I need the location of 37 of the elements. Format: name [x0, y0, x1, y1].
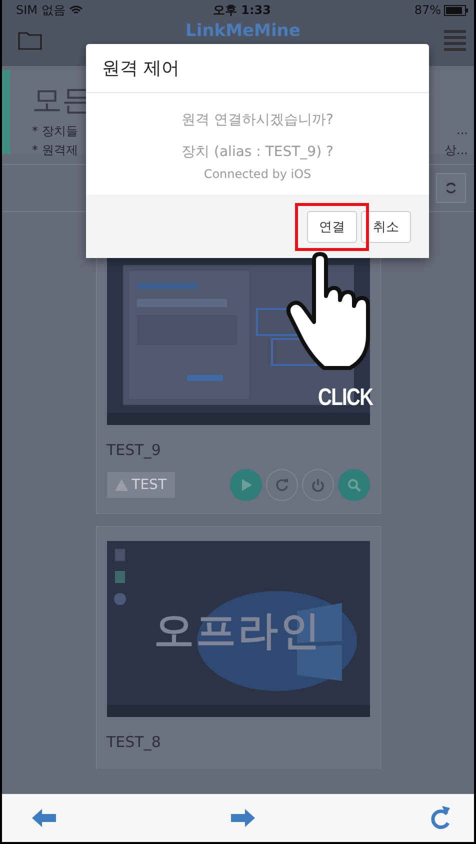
forward-arrow-icon[interactable]	[231, 809, 255, 827]
note-text: 상...	[444, 142, 468, 159]
note-text: * 원격제	[32, 142, 78, 159]
play-icon	[240, 479, 252, 491]
refresh-icon[interactable]	[430, 806, 452, 830]
tag-label: TEST	[132, 477, 166, 493]
dialog-message: 원격 연결하시겠습니까?	[180, 111, 334, 129]
search-button[interactable]	[338, 469, 370, 501]
wifi-icon	[69, 5, 84, 15]
back-arrow-icon[interactable]	[32, 809, 56, 827]
warning-icon	[114, 477, 128, 493]
device-alias: 장치 (alias : TEST_9) ?	[180, 143, 334, 161]
menu-icon[interactable]	[444, 29, 466, 51]
battery-icon	[444, 4, 468, 16]
battery-percent: 87%	[414, 3, 442, 17]
dialog-button[interactable]: 취소	[361, 211, 411, 243]
connection-note: Connected by iOS	[202, 167, 312, 181]
app-logo: LinkMeMine	[186, 21, 300, 41]
device-name: TEST_8	[106, 733, 162, 751]
note-text: ...	[456, 123, 468, 139]
note-text: * 장치들	[32, 123, 78, 140]
dialog-title: 원격 제어	[86, 44, 429, 93]
play-button[interactable]	[230, 469, 262, 501]
restart-icon	[274, 478, 288, 492]
power-button[interactable]	[302, 469, 334, 501]
dialog-button[interactable]: 연결	[307, 211, 357, 243]
carrier-label: SIM 없음	[16, 2, 66, 18]
offline-label: 오프라인	[153, 607, 323, 656]
restart-button[interactable]	[266, 469, 298, 501]
click-label: CLICK	[318, 384, 373, 412]
refresh-button[interactable]	[436, 173, 466, 203]
folder-icon[interactable]	[18, 30, 42, 50]
refresh-icon	[445, 182, 457, 194]
device-name: TEST_9	[106, 441, 162, 459]
search-icon	[346, 478, 360, 492]
status-time: 오후 1:33	[212, 2, 272, 18]
power-icon	[310, 478, 324, 492]
